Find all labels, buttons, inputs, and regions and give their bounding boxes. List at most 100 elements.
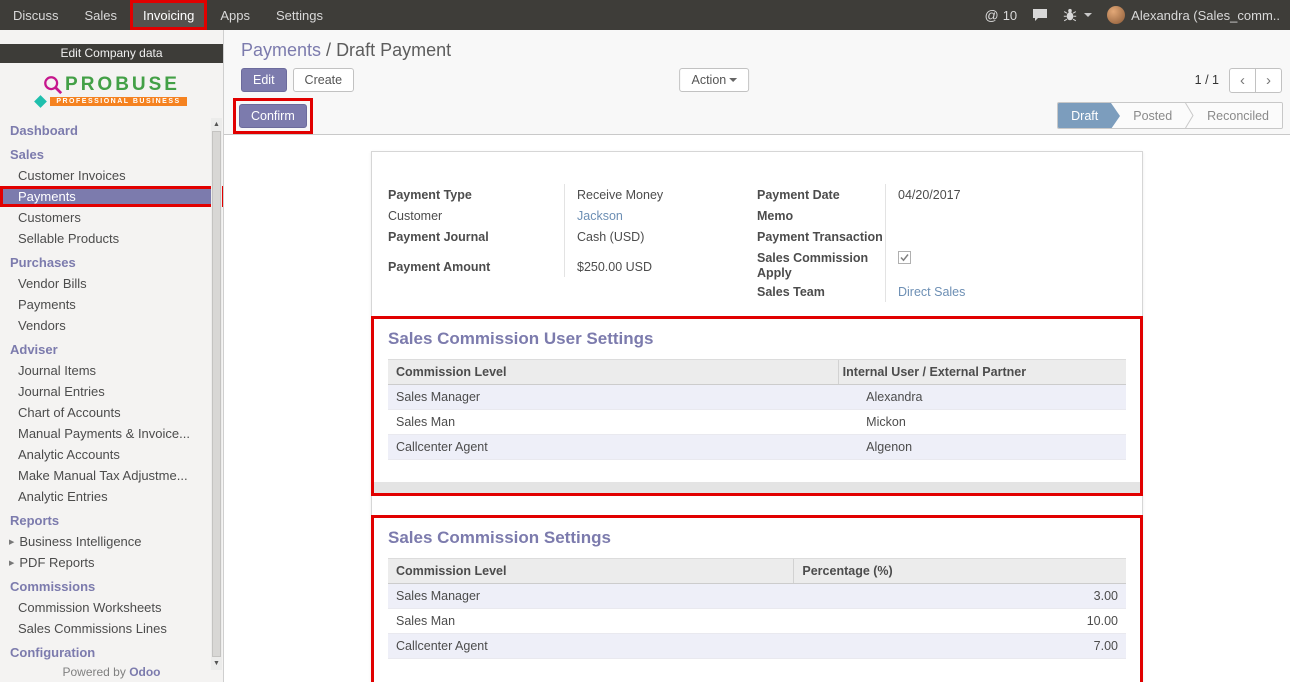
status-posted[interactable]: Posted xyxy=(1120,103,1185,128)
form-column-right: Payment Date04/20/2017MemoPayment Transa… xyxy=(757,184,1126,302)
table-cell: Sales Manager xyxy=(388,385,838,410)
sidebar-item-label: Analytic Entries xyxy=(18,489,108,504)
sidebar-item-make-manual-tax-adjustme[interactable]: Make Manual Tax Adjustme... xyxy=(0,465,223,486)
field-link-customer[interactable]: Jackson xyxy=(577,209,623,223)
create-button[interactable]: Create xyxy=(293,68,355,92)
expand-icon[interactable]: ▶ xyxy=(9,538,14,546)
menu-sales[interactable]: Sales xyxy=(72,0,131,30)
expand-icon[interactable]: ▶ xyxy=(9,559,14,567)
confirm-button[interactable]: Confirm xyxy=(239,104,307,128)
checkbox-checked-icon[interactable] xyxy=(898,251,911,264)
bug-icon xyxy=(1063,8,1077,22)
field-row-payment-date: Payment Date04/20/2017 xyxy=(757,184,1126,205)
payment-form: Payment TypeReceive MoneyCustomerJackson… xyxy=(372,152,1142,316)
field-spacer xyxy=(388,247,757,256)
field-value-payment-date: 04/20/2017 xyxy=(885,184,1126,205)
sidebar-section-configuration[interactable]: Configuration xyxy=(0,639,223,663)
status-draft[interactable]: Draft xyxy=(1058,103,1111,128)
sidebar-item-customers[interactable]: Customers xyxy=(0,207,223,228)
sidebar-section-dashboard[interactable]: Dashboard xyxy=(0,117,223,141)
sidebar: Edit Company data PROBUSE PROFESSIONAL B… xyxy=(0,30,224,682)
scrollbar-thumb[interactable] xyxy=(212,131,221,657)
sidebar-item-pdf-reports[interactable]: ▶PDF Reports xyxy=(0,552,223,573)
pager: 1 / 1 ‹ › xyxy=(1195,68,1282,93)
table-cell: Callcenter Agent xyxy=(388,435,838,460)
odoo-link[interactable]: Odoo xyxy=(129,665,160,679)
sidebar-section-adviser[interactable]: Adviser xyxy=(0,336,223,360)
sidebar-item-payments[interactable]: Payments xyxy=(0,294,223,315)
field-link-sales-team[interactable]: Direct Sales xyxy=(898,285,965,299)
sidebar-section-commissions[interactable]: Commissions xyxy=(0,573,223,597)
column-header-commission-level[interactable]: Commission Level xyxy=(388,360,838,385)
pager-value: 1 / 1 xyxy=(1195,73,1219,87)
menu-settings[interactable]: Settings xyxy=(263,0,336,30)
field-label-payment-journal: Payment Journal xyxy=(388,226,564,247)
field-label-sales-commission-apply: Sales Commission Apply xyxy=(757,247,885,281)
top-navbar: DiscussSalesInvoicingAppsSettings @ 10 A… xyxy=(0,0,1290,30)
sidebar-item-manual-payments-invoice[interactable]: Manual Payments & Invoice... xyxy=(0,423,223,444)
menu-apps[interactable]: Apps xyxy=(207,0,263,30)
field-value-sales-commission-apply[interactable] xyxy=(885,247,1126,281)
sidebar-item-journal-entries[interactable]: Journal Entries xyxy=(0,381,223,402)
table-row-sales-manager[interactable]: Sales Manager3.00 xyxy=(388,584,1126,609)
user-name: Alexandra (Sales_comm.. xyxy=(1131,8,1280,23)
column-header-percentage[interactable]: Percentage (%) xyxy=(794,559,1126,584)
sidebar-item-customer-invoices[interactable]: Customer Invoices xyxy=(0,165,223,186)
action-dropdown[interactable]: Action xyxy=(679,68,749,92)
powered-by-label: Powered by xyxy=(62,665,125,679)
pager-next-button[interactable]: › xyxy=(1255,68,1282,93)
sidebar-section-reports[interactable]: Reports xyxy=(0,507,223,531)
debug-menu[interactable] xyxy=(1063,8,1092,22)
table-cell: Sales Manager xyxy=(388,584,794,609)
table-row-sales-manager[interactable]: Sales ManagerAlexandra xyxy=(388,385,1126,410)
statusbar: Draft Posted Reconciled xyxy=(1057,102,1283,129)
sidebar-item-analytic-accounts[interactable]: Analytic Accounts xyxy=(0,444,223,465)
edit-button[interactable]: Edit xyxy=(241,68,287,92)
main-menu: DiscussSalesInvoicingAppsSettings xyxy=(0,0,336,30)
table-row-sales-man[interactable]: Sales ManMickon xyxy=(388,410,1126,435)
sidebar-item-sellable-products[interactable]: Sellable Products xyxy=(0,228,223,249)
sidebar-scrollbar[interactable]: ▲ ▼ xyxy=(211,118,222,670)
messages-icon[interactable] xyxy=(1032,8,1048,22)
column-header-internal-user-external-partner[interactable]: Internal User / External Partner xyxy=(838,360,1126,385)
table-row-callcenter-agent[interactable]: Callcenter AgentAlgenon xyxy=(388,435,1126,460)
status-arrow-icon xyxy=(1111,103,1120,128)
edit-company-button[interactable]: Edit Company data xyxy=(0,44,223,63)
sidebar-item-vendors[interactable]: Vendors xyxy=(0,315,223,336)
field-row-payment-journal: Payment JournalCash (USD) xyxy=(388,226,757,247)
status-reconciled[interactable]: Reconciled xyxy=(1194,103,1282,128)
table-row-sales-man[interactable]: Sales Man10.00 xyxy=(388,609,1126,634)
sidebar-item-label: Vendor Bills xyxy=(18,276,87,291)
sidebar-item-commission-worksheets[interactable]: Commission Worksheets xyxy=(0,597,223,618)
scroll-down-icon[interactable]: ▼ xyxy=(213,657,220,670)
field-label-payment-date: Payment Date xyxy=(757,184,885,205)
section-user-settings: Sales Commission User Settings Commissio… xyxy=(371,316,1143,496)
user-menu[interactable]: Alexandra (Sales_comm.. xyxy=(1107,6,1280,24)
sidebar-item-payments[interactable]: Payments xyxy=(0,186,223,207)
sidebar-item-vendor-bills[interactable]: Vendor Bills xyxy=(0,273,223,294)
sidebar-item-sales-commissions-lines[interactable]: Sales Commissions Lines xyxy=(0,618,223,639)
field-label-payment-transaction: Payment Transaction xyxy=(757,226,885,247)
status-arrow-icon xyxy=(1185,103,1194,128)
field-label-sales-team: Sales Team xyxy=(757,281,885,302)
field-row-sales-commission-apply: Sales Commission Apply xyxy=(757,247,1126,281)
menu-invoicing[interactable]: Invoicing xyxy=(130,0,207,30)
mention-counter[interactable]: @ 10 xyxy=(984,7,1017,23)
scroll-up-icon[interactable]: ▲ xyxy=(213,118,220,131)
sidebar-section-sales[interactable]: Sales xyxy=(0,141,223,165)
column-header-commission-level[interactable]: Commission Level xyxy=(388,559,794,584)
buttons-row: Edit Create Action 1 / 1 ‹ › xyxy=(224,62,1290,98)
breadcrumb-payments[interactable]: Payments xyxy=(241,40,321,60)
sidebar-item-analytic-entries[interactable]: Analytic Entries xyxy=(0,486,223,507)
field-value-customer: Jackson xyxy=(564,205,757,226)
sidebar-section-purchases[interactable]: Purchases xyxy=(0,249,223,273)
pager-previous-button[interactable]: ‹ xyxy=(1229,68,1256,93)
menu-discuss[interactable]: Discuss xyxy=(0,0,72,30)
sidebar-item-label: Chart of Accounts xyxy=(18,405,121,420)
sidebar-item-business-intelligence[interactable]: ▶Business Intelligence xyxy=(0,531,223,552)
sidebar-item-journal-items[interactable]: Journal Items xyxy=(0,360,223,381)
sidebar-item-label: Make Manual Tax Adjustme... xyxy=(18,468,188,483)
table-row-callcenter-agent[interactable]: Callcenter Agent7.00 xyxy=(388,634,1126,659)
sidebar-item-chart-of-accounts[interactable]: Chart of Accounts xyxy=(0,402,223,423)
diamond-icon xyxy=(34,95,47,108)
